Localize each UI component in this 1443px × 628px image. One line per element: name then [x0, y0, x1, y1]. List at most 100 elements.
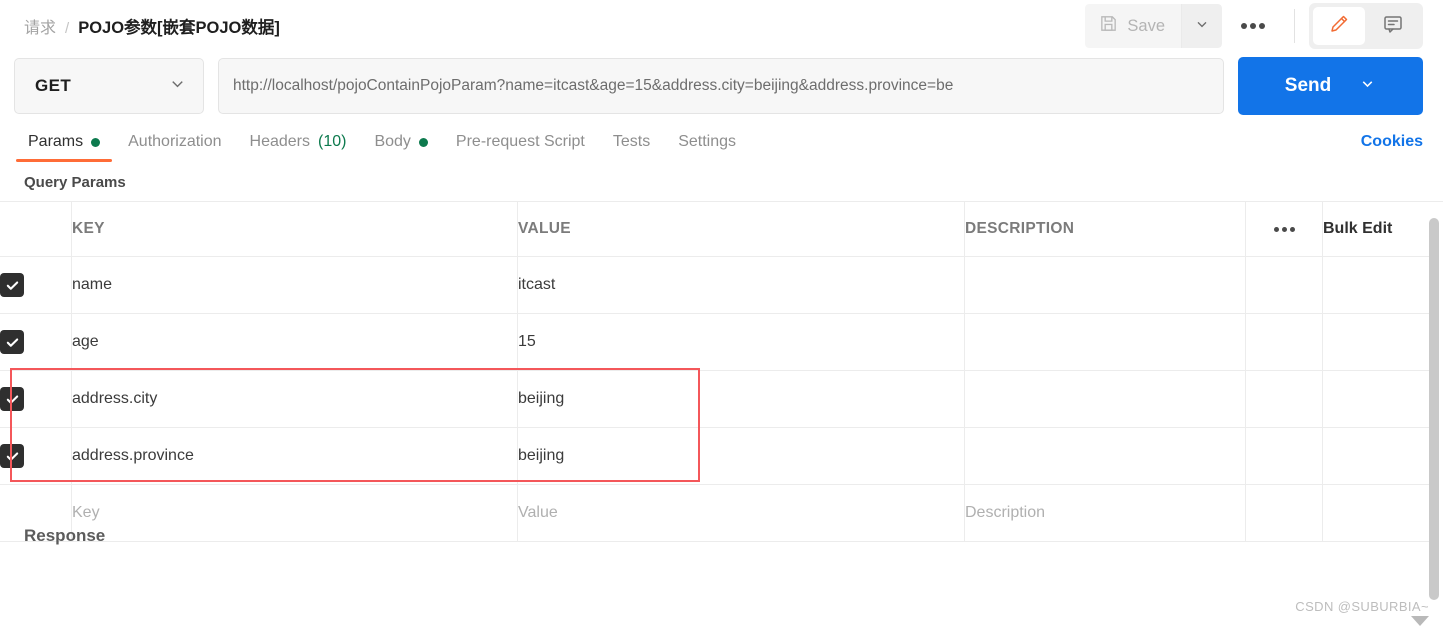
- checkbox-checked-icon[interactable]: [0, 273, 24, 297]
- row-checkbox-cell[interactable]: [0, 256, 72, 314]
- tab-authorization-label: Authorization: [128, 133, 222, 150]
- send-button[interactable]: Send: [1238, 57, 1423, 115]
- tab-settings-label: Settings: [678, 133, 737, 150]
- row-trailing-cell: [1322, 370, 1439, 428]
- save-dropdown-button[interactable]: [1181, 4, 1222, 48]
- row-checkbox-cell[interactable]: [0, 313, 72, 371]
- row-value[interactable]: beijing: [517, 427, 965, 485]
- row-trailing-cell: [1322, 427, 1439, 485]
- chevron-down-icon: [168, 74, 187, 98]
- row-options-cell: [1245, 313, 1323, 371]
- cookies-link[interactable]: Cookies: [1361, 133, 1423, 151]
- save-button[interactable]: Save: [1085, 4, 1181, 48]
- bulk-edit-button[interactable]: Bulk Edit: [1322, 202, 1439, 257]
- url-input-wrapper[interactable]: http://localhost/pojoContainPojoParam?na…: [218, 58, 1224, 114]
- table-options-button[interactable]: [1245, 202, 1323, 257]
- row-description[interactable]: [964, 427, 1246, 485]
- row-key[interactable]: name: [71, 256, 518, 314]
- header-checkbox-cell: [0, 202, 72, 257]
- tab-authorization[interactable]: Authorization: [114, 133, 235, 162]
- top-bar-actions: Save: [1085, 0, 1423, 52]
- row-trailing-cell: [1322, 313, 1439, 371]
- watermark-text: CSDN @SUBURBIA~: [1295, 599, 1429, 614]
- row-trailing-cell: [1322, 256, 1439, 314]
- http-method-label: GET: [35, 76, 72, 95]
- header-value: VALUE: [517, 202, 965, 257]
- query-params-table-wrapper: KEY VALUE DESCRIPTION Bulk Edit name itc…: [0, 201, 1443, 545]
- breadcrumb-parent[interactable]: 请求: [24, 14, 56, 38]
- row-options-cell: [1245, 256, 1323, 314]
- body-modified-dot-icon: [418, 137, 428, 147]
- checkbox-checked-icon[interactable]: [0, 387, 24, 411]
- tab-headers-count: (10): [318, 133, 347, 150]
- top-bar: 请求 / POJO参数[嵌套POJO数据] Save: [0, 0, 1443, 52]
- http-method-selector[interactable]: GET: [14, 58, 204, 114]
- row-options-cell: [1245, 370, 1323, 428]
- pencil-icon: [1327, 12, 1351, 41]
- comments-button[interactable]: [1367, 7, 1419, 45]
- watermark-caret-icon: [1411, 616, 1429, 626]
- header-key: KEY: [71, 202, 518, 257]
- tab-settings[interactable]: Settings: [664, 133, 750, 162]
- row-options-cell: [1245, 427, 1323, 485]
- checkbox-checked-icon[interactable]: [0, 444, 24, 468]
- row-value[interactable]: itcast: [517, 256, 965, 314]
- view-mode-toggle-group: [1309, 3, 1423, 49]
- tab-body-label: Body: [374, 133, 411, 150]
- new-key-input[interactable]: Key: [71, 484, 518, 542]
- save-button-group: Save: [1085, 4, 1222, 48]
- row-description[interactable]: [964, 313, 1246, 371]
- row-value[interactable]: beijing: [517, 370, 965, 428]
- row-checkbox-cell[interactable]: [0, 370, 72, 428]
- new-description-input[interactable]: Description: [964, 484, 1246, 542]
- tab-tests[interactable]: Tests: [599, 133, 664, 162]
- vertical-scrollbar[interactable]: [1429, 218, 1439, 600]
- tab-params[interactable]: Params: [14, 133, 114, 162]
- tab-headers-label: Headers: [249, 133, 310, 150]
- toolbar-divider: [1294, 9, 1295, 43]
- row-key[interactable]: address.province: [71, 427, 518, 485]
- new-value-input[interactable]: Value: [517, 484, 965, 542]
- chevron-down-icon: [1194, 16, 1210, 37]
- table-empty-row[interactable]: Key Value Description: [0, 484, 1439, 542]
- params-modified-dot-icon: [91, 137, 101, 147]
- row-options-cell: [1245, 484, 1323, 542]
- table-header-row: KEY VALUE DESCRIPTION Bulk Edit: [0, 202, 1439, 257]
- send-button-label: Send: [1284, 75, 1332, 96]
- chevron-down-icon[interactable]: [1359, 75, 1376, 97]
- row-value[interactable]: 15: [517, 313, 965, 371]
- table-row[interactable]: name itcast: [0, 256, 1439, 314]
- comment-icon: [1381, 12, 1405, 41]
- url-input[interactable]: http://localhost/pojoContainPojoParam?na…: [233, 77, 953, 95]
- more-horizontal-icon: [1246, 226, 1322, 232]
- query-params-table: KEY VALUE DESCRIPTION Bulk Edit name itc…: [0, 202, 1439, 542]
- row-description[interactable]: [964, 370, 1246, 428]
- tab-pre-request-script[interactable]: Pre-request Script: [442, 133, 599, 162]
- response-section-title: Response: [24, 526, 106, 545]
- breadcrumb-separator: /: [65, 20, 70, 37]
- header-description: DESCRIPTION: [964, 202, 1246, 257]
- tab-body[interactable]: Body: [360, 133, 441, 162]
- row-trailing-cell: [1322, 484, 1439, 542]
- row-key[interactable]: age: [71, 313, 518, 371]
- table-row[interactable]: address.province beijing: [0, 427, 1439, 485]
- tab-headers[interactable]: Headers (10): [236, 133, 361, 162]
- row-checkbox-cell[interactable]: [0, 427, 72, 485]
- breadcrumb-current: POJO参数[嵌套POJO数据]: [78, 19, 280, 37]
- tab-params-label: Params: [28, 133, 84, 150]
- edit-request-button[interactable]: [1313, 7, 1365, 45]
- table-row[interactable]: age 15: [0, 313, 1439, 371]
- floppy-disk-icon: [1099, 14, 1118, 38]
- breadcrumb: 请求 / POJO参数[嵌套POJO数据]: [24, 14, 280, 38]
- more-horizontal-icon: [1241, 23, 1265, 29]
- tab-pre-request-script-label: Pre-request Script: [455, 133, 585, 150]
- query-params-title: Query Params: [24, 174, 126, 191]
- more-options-button[interactable]: [1226, 4, 1280, 48]
- tab-tests-label: Tests: [612, 133, 651, 150]
- table-row[interactable]: address.city beijing: [0, 370, 1439, 428]
- save-button-label: Save: [1127, 16, 1165, 35]
- checkbox-checked-icon[interactable]: [0, 330, 24, 354]
- request-url-row: GET http://localhost/pojoContainPojoPara…: [0, 52, 1443, 120]
- row-description[interactable]: [964, 256, 1246, 314]
- row-key[interactable]: address.city: [71, 370, 518, 428]
